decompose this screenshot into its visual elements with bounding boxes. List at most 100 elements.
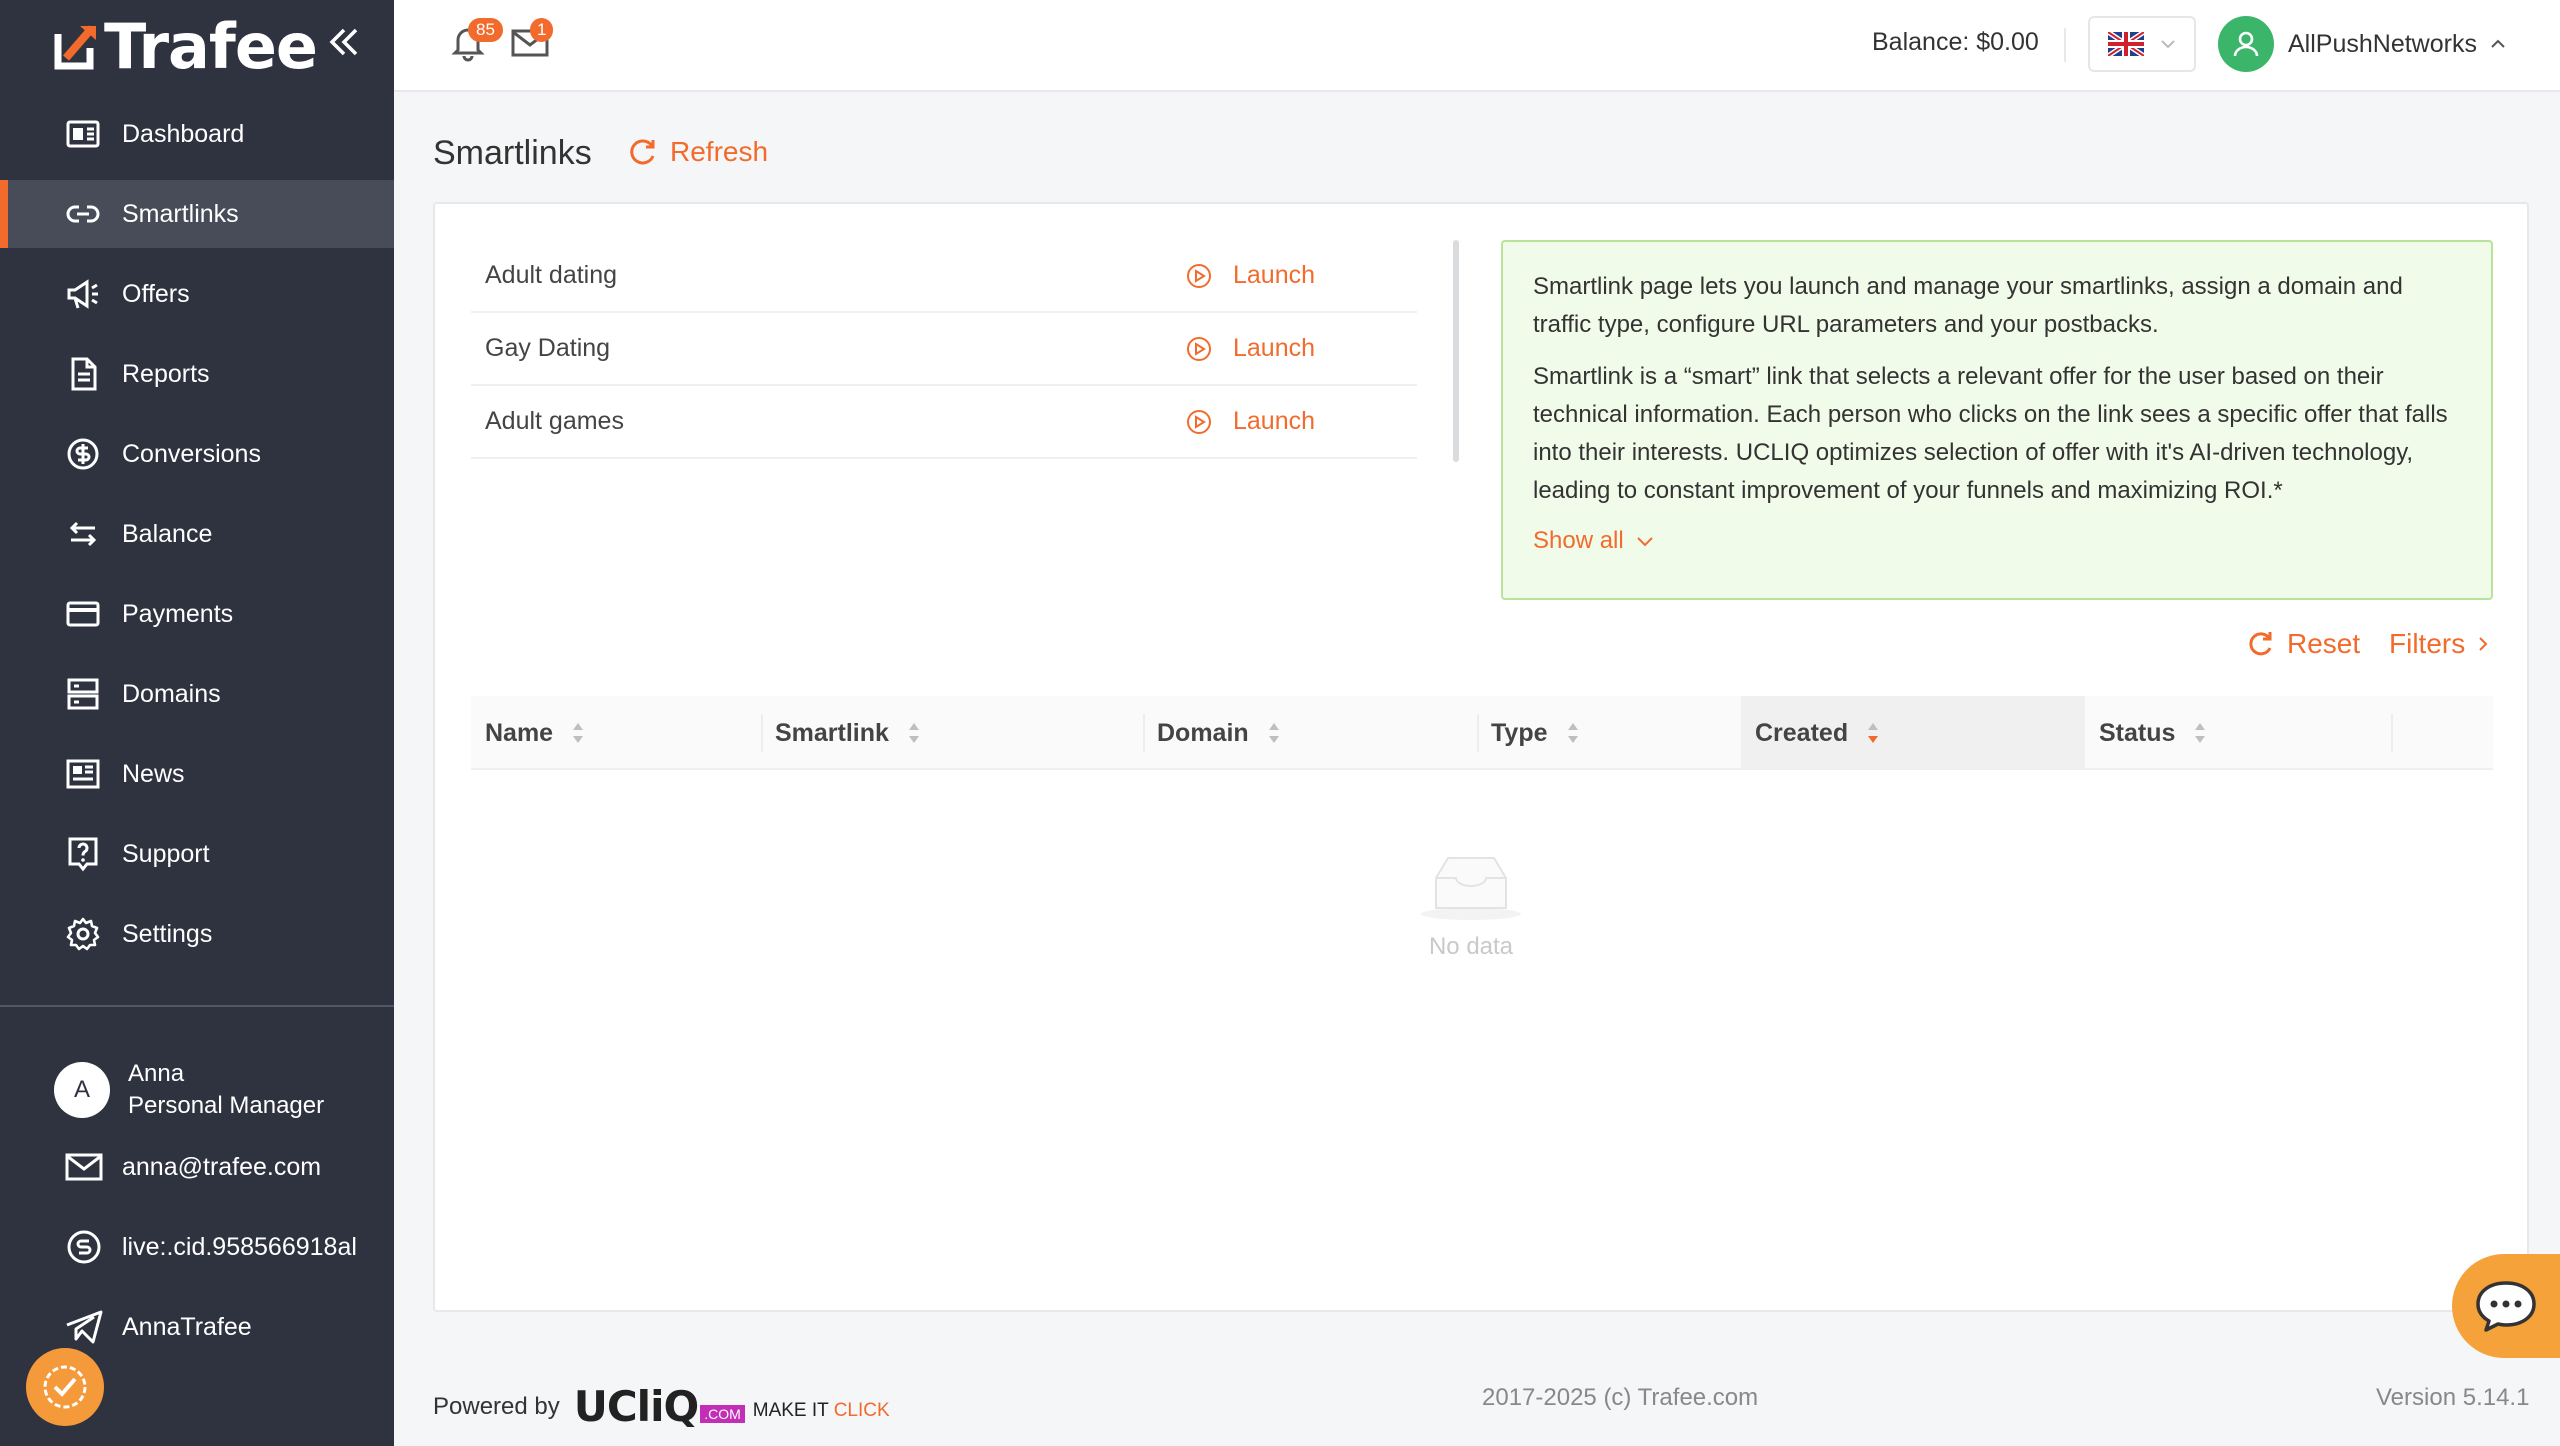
list-scrollbar[interactable] (1453, 240, 1459, 462)
column-label: Type (1491, 718, 1548, 747)
sidebar-item-smartlinks[interactable]: Smartlinks (0, 180, 394, 248)
show-all-label: Show all (1533, 527, 1624, 554)
user-menu[interactable]: AllPushNetworks (2218, 16, 2509, 72)
sidebar-item-balance[interactable]: Balance (0, 500, 394, 568)
sidebar-divider (0, 1005, 394, 1007)
column-label: Status (2099, 718, 2176, 747)
list-item: Adult dating Launch (471, 240, 1417, 313)
sidebar-item-offers[interactable]: Offers (0, 260, 394, 328)
launch-button[interactable]: Launch (1185, 261, 1315, 290)
column-header-domain[interactable]: Domain (1143, 696, 1477, 770)
sidebar-item-label: Domains (122, 679, 221, 708)
sidebar-item-label: Reports (122, 359, 210, 388)
trafee-logo-icon (54, 25, 96, 70)
column-header-smartlink[interactable]: Smartlink (761, 696, 1143, 770)
mail-icon (65, 1153, 103, 1181)
show-all-link[interactable]: Show all (1533, 522, 2461, 560)
sidebar: Trafee Dashboard Smartlinks Offers Repor… (0, 0, 394, 1446)
manager-email: anna@trafee.com (122, 1152, 322, 1181)
sidebar-item-settings[interactable]: Settings (0, 900, 394, 968)
manager-role: Personal Manager (128, 1092, 325, 1119)
manager-email-link[interactable]: anna@trafee.com (64, 1147, 321, 1187)
powered-by-label: Powered by (433, 1392, 560, 1420)
column-header-created[interactable]: Created (1741, 696, 2085, 770)
sidebar-item-label: Balance (122, 519, 213, 548)
tagline-part: MAKE IT (752, 1399, 829, 1421)
sort-descending-icon (1868, 723, 1879, 743)
info-box: Smartlink page lets you launch and manag… (1501, 240, 2493, 600)
credit-card-icon (64, 595, 102, 633)
refresh-icon (2249, 632, 2272, 656)
launch-label: Launch (1233, 407, 1316, 435)
refresh-button[interactable]: Refresh (626, 136, 768, 168)
reset-button[interactable]: Reset (2245, 628, 2360, 660)
column-label: Created (1755, 718, 1849, 747)
column-header-name[interactable]: Name (471, 696, 761, 770)
table-header: Name Smartlink Domain Type Created Statu… (471, 696, 2493, 770)
sidebar-item-reports[interactable]: Reports (0, 340, 394, 408)
newspaper-icon (64, 755, 102, 793)
column-header-status[interactable]: Status (2085, 696, 2391, 770)
play-circle-icon (1187, 409, 1211, 434)
manager-skype: live:.cid.958566918al (122, 1232, 357, 1261)
link-icon (64, 195, 102, 233)
gear-icon (64, 915, 102, 953)
user-name: AllPushNetworks (2288, 29, 2477, 58)
language-select[interactable] (2088, 16, 2196, 72)
sidebar-item-support[interactable]: Support (0, 820, 394, 888)
manager-skype-link[interactable]: live:.cid.958566918al (64, 1227, 357, 1267)
sidebar-item-label: News (122, 759, 185, 788)
trafee-logo[interactable]: Trafee (52, 10, 318, 83)
sidebar-item-label: Offers (122, 279, 190, 308)
play-circle-icon (1187, 263, 1211, 288)
sidebar-item-dashboard[interactable]: Dashboard (0, 100, 394, 168)
filters-button[interactable]: Filters (2389, 628, 2493, 660)
user-icon (2233, 31, 2259, 57)
cookie-consent-button[interactable] (26, 1348, 104, 1426)
sidebar-item-domains[interactable]: Domains (0, 660, 394, 728)
list-item: Gay Dating Launch (471, 313, 1417, 386)
chat-widget-button[interactable] (2452, 1254, 2560, 1358)
info-paragraph: Smartlink page lets you launch and manag… (1533, 273, 2403, 338)
sidebar-item-news[interactable]: News (0, 740, 394, 808)
smartlinks-panel: Adult dating Launch Gay Dating Launch Ad… (433, 202, 2529, 1312)
sidebar-item-label: Conversions (122, 439, 261, 468)
empty-inbox-icon (1421, 857, 1521, 920)
avatar: A (54, 1062, 110, 1118)
column-divider (2391, 714, 2393, 752)
copyright: 2017-2025 (c) Trafee.com (1482, 1384, 1759, 1411)
smartlink-type-name: Gay Dating (485, 334, 611, 362)
balance-display: Balance: $0.00 (1872, 28, 2039, 56)
smartlink-launch-list: Adult dating Launch Gay Dating Launch Ad… (471, 240, 1417, 459)
launch-button[interactable]: Launch (1185, 407, 1315, 436)
check-badge-icon (43, 1365, 87, 1409)
sort-icon (2195, 723, 2206, 743)
dollar-circle-icon (64, 435, 102, 473)
chevron-right-icon (2479, 637, 2488, 651)
sidebar-item-label: Dashboard (122, 119, 245, 148)
telegram-icon (66, 1310, 103, 1344)
user-avatar (2218, 16, 2274, 72)
tagline-part: CLICK (833, 1399, 890, 1421)
collapse-sidebar-icon[interactable] (324, 22, 364, 62)
empty-state: No data (1401, 852, 1541, 961)
chevron-up-icon (2491, 39, 2505, 48)
column-label: Domain (1157, 718, 1249, 747)
info-paragraph: Smartlink is a “smart” link that selects… (1533, 363, 2448, 504)
sidebar-item-label: Support (122, 839, 210, 868)
top-header: 85 1 Balance: $0.00 AllPushNetworks (394, 0, 2560, 92)
manager-telegram-link[interactable]: AnnaTrafee (64, 1307, 252, 1347)
play-circle-icon (1187, 336, 1211, 361)
launch-label: Launch (1233, 334, 1316, 362)
empty-state-text: No data (1428, 933, 1514, 960)
skype-icon (67, 1230, 101, 1264)
ucliq-logo[interactable]: UCliQ (574, 1382, 699, 1431)
sidebar-item-label: Payments (122, 599, 234, 628)
sort-icon (1567, 723, 1578, 743)
sidebar-item-conversions[interactable]: Conversions (0, 420, 394, 488)
sort-icon (1268, 723, 1279, 743)
sidebar-item-payments[interactable]: Payments (0, 580, 394, 648)
column-header-type[interactable]: Type (1477, 696, 1741, 770)
smartlink-type-name: Adult dating (485, 261, 618, 289)
launch-button[interactable]: Launch (1185, 334, 1315, 363)
